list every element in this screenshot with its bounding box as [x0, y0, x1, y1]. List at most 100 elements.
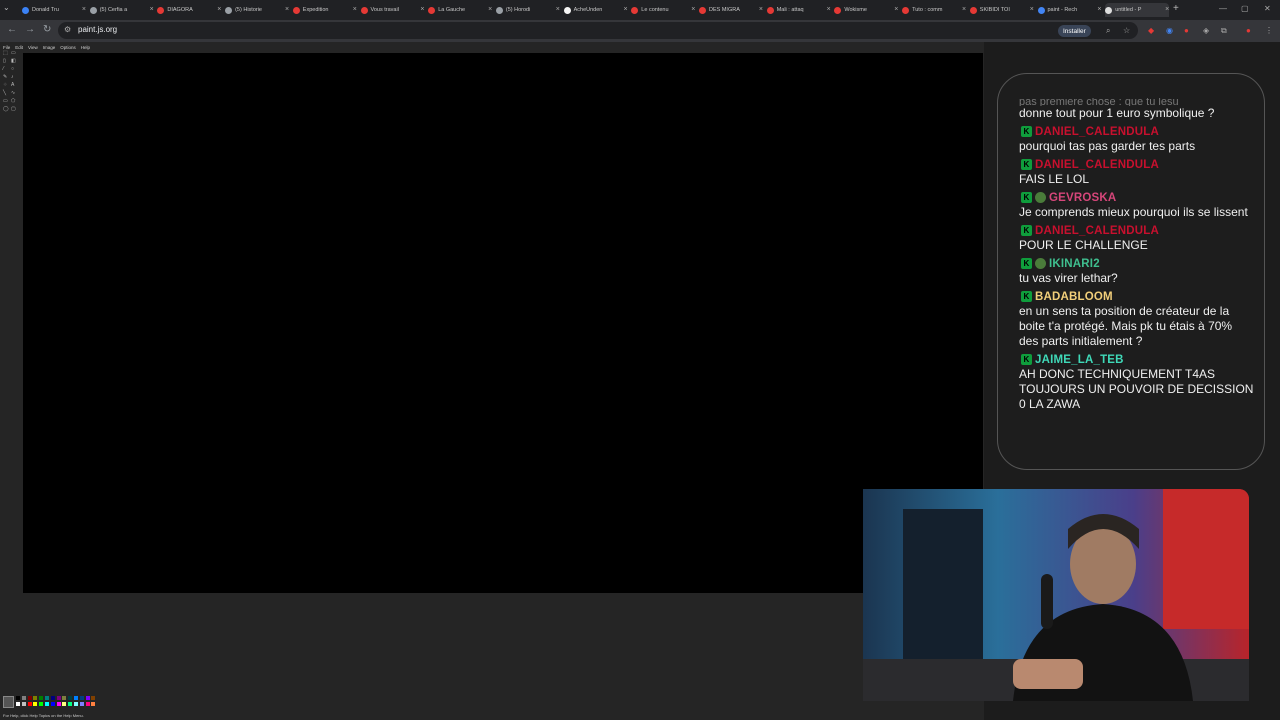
- tab-close-icon[interactable]: ×: [691, 6, 695, 13]
- color-swatch[interactable]: [27, 696, 32, 700]
- rounded-rect-icon[interactable]: ▢: [11, 107, 16, 112]
- menu-help[interactable]: Help: [81, 45, 90, 50]
- tab-close-icon[interactable]: ×: [759, 6, 763, 13]
- tab-search-icon[interactable]: ⌄: [3, 3, 10, 12]
- pencil-icon[interactable]: ✎: [3, 75, 8, 80]
- tab-close-icon[interactable]: ×: [285, 6, 289, 13]
- rectangle-icon[interactable]: ▭: [3, 99, 8, 104]
- tab-close-icon[interactable]: ×: [420, 6, 424, 13]
- maximize-icon[interactable]: ▢: [1241, 4, 1249, 13]
- profile-avatar[interactable]: ●: [1246, 26, 1251, 35]
- color-swatch[interactable]: [27, 701, 32, 706]
- browser-tab[interactable]: Tuto : comm ×: [902, 3, 966, 17]
- color-swatch[interactable]: [45, 696, 49, 700]
- color-swatch[interactable]: [91, 696, 96, 700]
- tab-close-icon[interactable]: ×: [894, 6, 898, 13]
- color-swatch[interactable]: [85, 696, 90, 700]
- menu-image[interactable]: Image: [43, 45, 56, 50]
- menu-view[interactable]: View: [28, 45, 38, 50]
- tab-close-icon[interactable]: ×: [488, 6, 492, 13]
- color-swatch[interactable]: [62, 701, 67, 706]
- install-button[interactable]: Installer: [1058, 25, 1091, 37]
- site-info-icon[interactable]: ⚙: [64, 25, 71, 34]
- fill-icon[interactable]: ◧: [11, 59, 16, 64]
- color-swatch[interactable]: [79, 696, 84, 700]
- tab-close-icon[interactable]: ×: [353, 6, 357, 13]
- browser-tab[interactable]: Wokisme ×: [834, 3, 898, 17]
- eraser-icon[interactable]: ▯: [3, 59, 8, 64]
- browser-tab[interactable]: AcheUnden ×: [563, 3, 628, 17]
- drawing-canvas[interactable]: [23, 53, 983, 593]
- browser-tab[interactable]: Mali : attaq ×: [766, 3, 831, 17]
- browser-tab[interactable]: Expedition ×: [292, 3, 357, 17]
- menu-options[interactable]: Options: [60, 45, 76, 50]
- tab-close-icon[interactable]: ×: [1165, 6, 1169, 13]
- color-swatch[interactable]: [79, 701, 84, 706]
- browser-tab[interactable]: SKIBIDI TOI ×: [969, 3, 1034, 17]
- tab-close-icon[interactable]: ×: [1097, 6, 1101, 13]
- color-swatch[interactable]: [56, 696, 61, 700]
- browser-tab[interactable]: Vous travail ×: [360, 3, 425, 17]
- color-swatch[interactable]: [45, 701, 49, 706]
- color-swatch[interactable]: [56, 701, 61, 706]
- color-swatch[interactable]: [74, 701, 78, 706]
- browser-tab[interactable]: (5) Historie ×: [225, 3, 289, 17]
- minimize-icon[interactable]: —: [1219, 4, 1227, 13]
- menu-edit[interactable]: Edit: [15, 45, 23, 50]
- color-swatch[interactable]: [33, 701, 38, 706]
- extensions-puzzle-icon[interactable]: ⧉: [1221, 26, 1227, 36]
- tab-close-icon[interactable]: ×: [827, 6, 831, 13]
- color-swatch[interactable]: [33, 696, 38, 700]
- color-swatch[interactable]: [21, 696, 26, 700]
- browser-tab[interactable]: DES MIGRA ×: [699, 3, 763, 17]
- color-swatch[interactable]: [74, 696, 78, 700]
- tab-close-icon[interactable]: ×: [556, 6, 560, 13]
- color-swatch[interactable]: [16, 696, 20, 700]
- address-bar[interactable]: ⚙ paint.js.org: [58, 22, 1138, 39]
- line-icon[interactable]: ╲: [3, 91, 8, 96]
- zoom-icon[interactable]: ⌕: [1106, 26, 1110, 36]
- color-swatch[interactable]: [62, 696, 67, 700]
- tab-close-icon[interactable]: ×: [962, 6, 966, 13]
- text-icon[interactable]: A: [11, 83, 16, 88]
- tab-close-icon[interactable]: ×: [150, 6, 154, 13]
- free-select-icon[interactable]: ⬚: [3, 51, 8, 56]
- color-swatch[interactable]: [50, 701, 55, 706]
- pick-color-icon[interactable]: ⁄: [3, 67, 8, 72]
- forward-icon[interactable]: →: [25, 24, 35, 35]
- color-swatch[interactable]: [68, 696, 73, 700]
- browser-tab[interactable]: (5) Horodi ×: [495, 3, 560, 17]
- color-swatch[interactable]: [68, 701, 73, 706]
- magnifier-icon[interactable]: ○: [11, 67, 16, 72]
- extension-icon[interactable]: ◆: [1148, 26, 1154, 35]
- ellipse-icon[interactable]: ◯: [3, 107, 9, 112]
- color-swatch[interactable]: [21, 701, 26, 706]
- airbrush-icon[interactable]: ⁘: [3, 83, 8, 88]
- color-swatch[interactable]: [91, 701, 96, 706]
- extension-icon[interactable]: ◈: [1203, 26, 1209, 35]
- browser-tab[interactable]: Donald Tru ×: [22, 3, 86, 17]
- select-icon[interactable]: ▭: [11, 51, 16, 56]
- new-tab-button[interactable]: +: [1173, 3, 1179, 14]
- extension-icon[interactable]: ◉: [1166, 26, 1173, 35]
- color-swatch[interactable]: [50, 696, 55, 700]
- more-menu-icon[interactable]: ⋮: [1265, 26, 1273, 35]
- back-icon[interactable]: ←: [7, 24, 17, 35]
- curve-icon[interactable]: ∿: [11, 91, 16, 96]
- browser-tab[interactable]: paint - Rech ×: [1037, 3, 1102, 17]
- tab-close-icon[interactable]: ×: [624, 6, 628, 13]
- tab-close-icon[interactable]: ×: [1030, 6, 1034, 13]
- extension-icon[interactable]: ●: [1184, 26, 1189, 35]
- brush-icon[interactable]: ♪: [11, 75, 16, 80]
- reload-icon[interactable]: ↻: [43, 24, 51, 35]
- browser-tab[interactable]: DIAGORA ×: [157, 3, 221, 17]
- color-swatch[interactable]: [16, 701, 20, 706]
- polygon-icon[interactable]: ⬠: [11, 99, 16, 104]
- close-window-icon[interactable]: ✕: [1264, 4, 1271, 13]
- tab-close-icon[interactable]: ×: [82, 6, 86, 13]
- browser-tab[interactable]: Le contenu ×: [631, 3, 695, 17]
- color-swatch[interactable]: [85, 701, 90, 706]
- browser-tab[interactable]: untitled - P ×: [1105, 3, 1170, 17]
- color-swatch[interactable]: [39, 701, 44, 706]
- current-colors[interactable]: [3, 696, 14, 708]
